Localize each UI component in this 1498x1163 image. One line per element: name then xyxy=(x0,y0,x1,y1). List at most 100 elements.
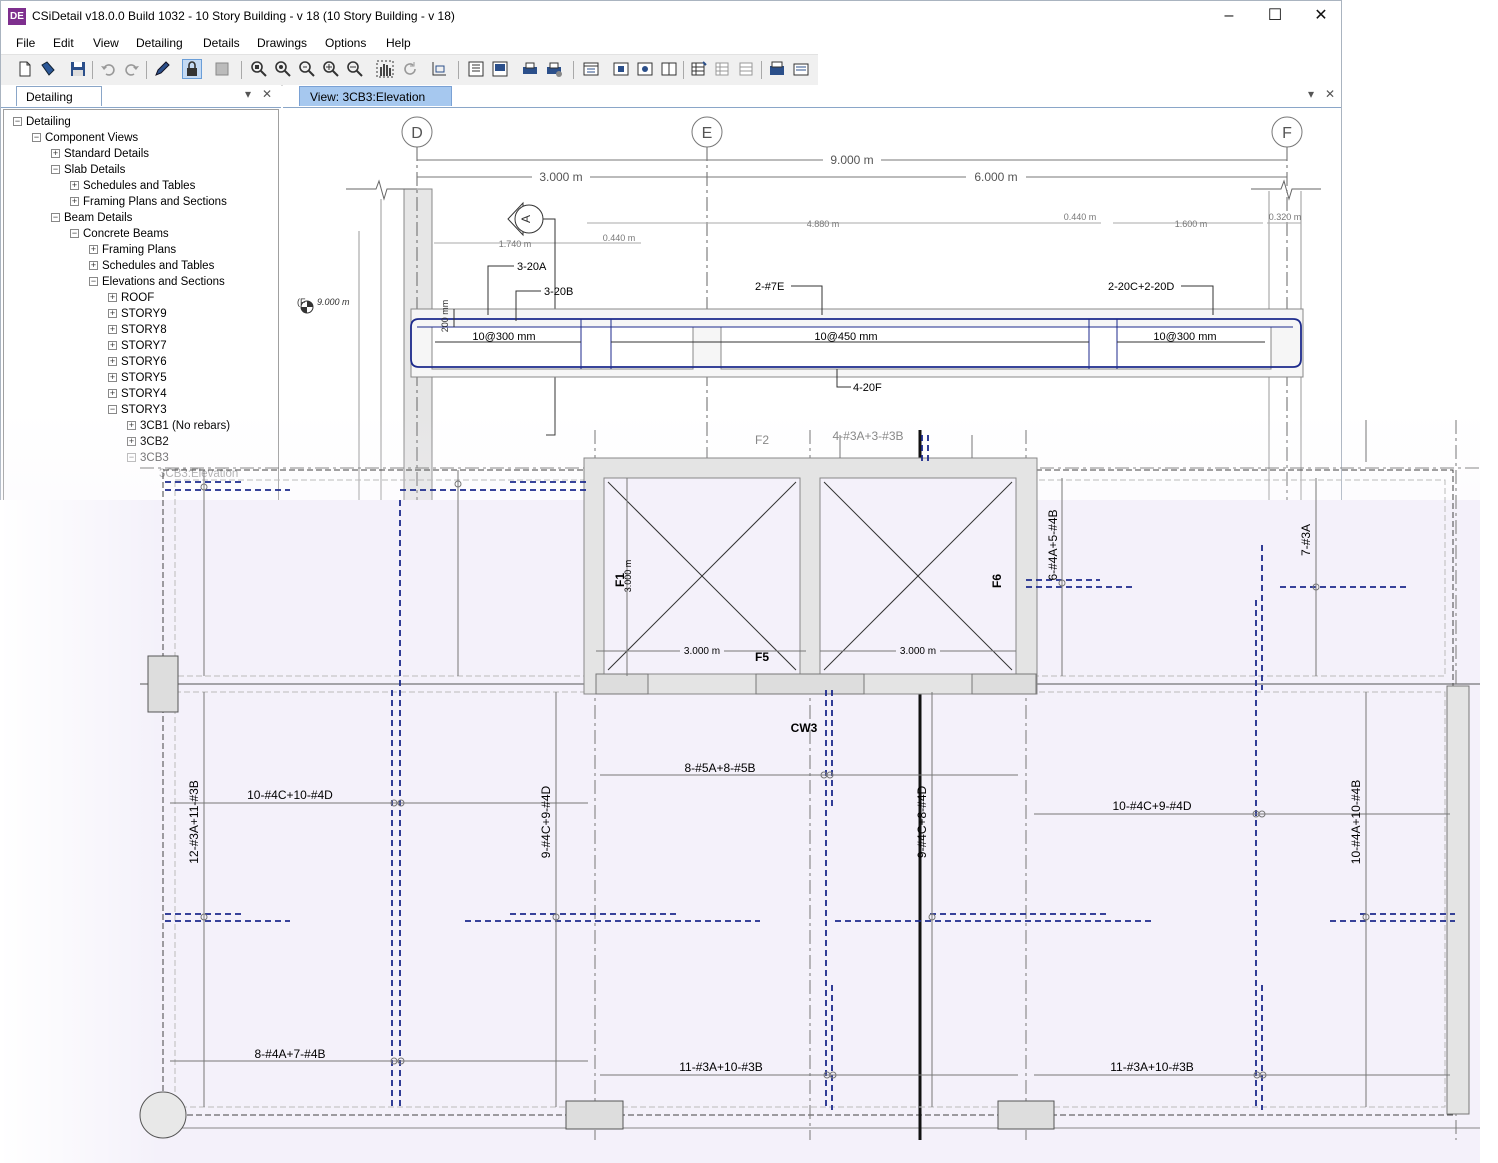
table-icon[interactable] xyxy=(689,59,709,79)
undo-icon[interactable] xyxy=(98,59,118,79)
print-preview-icon[interactable] xyxy=(520,59,540,79)
minimize-icon[interactable]: – xyxy=(1206,1,1252,32)
tree-item-label: Detailing xyxy=(26,116,71,128)
collapse-icon[interactable]: − xyxy=(70,229,79,238)
tree-item-label: 3CB3 xyxy=(140,452,169,464)
expand-icon[interactable]: + xyxy=(108,341,117,350)
collapse-icon[interactable]: − xyxy=(51,165,60,174)
display-icon[interactable] xyxy=(212,59,232,79)
table-icon-3[interactable] xyxy=(737,59,757,79)
tree-item-label: 3CB1 (No rebars) xyxy=(140,420,231,432)
panel-dropdown-icon[interactable]: ▾ xyxy=(245,87,251,101)
view-options-icon[interactable] xyxy=(581,59,601,79)
column-footing xyxy=(997,1100,1055,1130)
toolbar-separator xyxy=(683,61,684,79)
open-file-icon[interactable] xyxy=(38,59,58,79)
plan-fade-left xyxy=(0,500,160,1163)
zoom-window-icon[interactable] xyxy=(249,59,269,79)
rebar-label-10-4c-left: 10-#4C+10-#4D xyxy=(247,788,333,802)
elevation-drawing[interactable]: D E F 9.000 m 3.000 m 6.000 m 1.740 m 0.… xyxy=(283,107,1342,540)
collapse-icon[interactable]: − xyxy=(51,213,60,222)
expand-icon[interactable]: + xyxy=(51,149,60,158)
export-icon[interactable] xyxy=(767,59,787,79)
rebar-label-2-7E: 2-#7E xyxy=(755,281,784,293)
expand-icon[interactable]: + xyxy=(127,437,136,446)
expand-icon[interactable]: + xyxy=(108,357,117,366)
close-icon[interactable]: ✕ xyxy=(1298,1,1341,32)
grid-label-d: D xyxy=(411,125,423,142)
toolbar-separator xyxy=(146,61,147,79)
zoom-out-icon[interactable] xyxy=(345,59,365,79)
tab-elevation-view[interactable]: View: 3CB3:Elevation xyxy=(299,86,452,106)
print-setup-icon[interactable] xyxy=(544,59,564,79)
menu-options[interactable]: Options xyxy=(325,36,366,50)
menu-details[interactable]: Details xyxy=(203,36,240,50)
small-dim-6: 0.320 m xyxy=(1269,212,1302,222)
collapse-icon[interactable]: − xyxy=(108,405,117,414)
doc-dropdown-icon[interactable]: ▾ xyxy=(1308,87,1314,101)
dim-text-bg xyxy=(680,644,724,657)
tab-detailing[interactable]: Detailing xyxy=(16,86,102,106)
expand-icon[interactable]: + xyxy=(108,373,117,382)
expand-icon[interactable]: + xyxy=(108,293,117,302)
expand-icon[interactable]: + xyxy=(89,245,98,254)
new-sheet-icon[interactable] xyxy=(466,59,486,79)
detailing-tree: − Detailing − Component Views + Standard Deta… xyxy=(3,109,279,539)
small-dim-3: 4.880 m xyxy=(807,219,840,229)
zoom-in-icon[interactable] xyxy=(321,59,341,79)
expand-icon[interactable]: + xyxy=(70,181,79,190)
expand-icon[interactable]: + xyxy=(70,197,79,206)
menu-drawings[interactable]: Drawings xyxy=(257,36,307,50)
export-dxf-icon[interactable] xyxy=(791,59,811,79)
expand-icon[interactable]: + xyxy=(127,421,136,430)
menu-edit[interactable]: Edit xyxy=(53,36,74,50)
collapse-icon[interactable]: − xyxy=(89,277,98,286)
toolbar-separator xyxy=(573,61,574,79)
detail-icon[interactable] xyxy=(659,59,679,79)
expand-icon[interactable]: + xyxy=(108,389,117,398)
dim-text-bg xyxy=(896,644,940,657)
save-icon[interactable] xyxy=(68,59,88,79)
menu-help[interactable]: Help xyxy=(386,36,411,50)
collapse-icon[interactable]: − xyxy=(32,133,41,142)
redo-icon[interactable] xyxy=(122,59,142,79)
section-icon-2[interactable] xyxy=(635,59,655,79)
section-icon[interactable] xyxy=(611,59,631,79)
window-title: CSiDetail v18.0.0 Build 1032 - 10 Story … xyxy=(32,9,455,23)
panel-close-icon[interactable]: ✕ xyxy=(262,87,272,101)
footing-label-f6: F6 xyxy=(990,574,1004,588)
expand-icon[interactable]: + xyxy=(108,325,117,334)
refresh-icon[interactable] xyxy=(400,59,420,79)
toolbar-separator xyxy=(92,61,93,79)
collapse-icon[interactable]: − xyxy=(127,453,136,462)
rebar-label-12-3a: 12-#3A+11-#3B xyxy=(187,780,201,864)
tree-item-label: Elevations and Sections xyxy=(102,276,225,288)
expand-icon[interactable]: + xyxy=(108,309,117,318)
grid-bubble-icon xyxy=(139,1091,187,1139)
column-footing xyxy=(565,1100,624,1130)
zoom-previous-icon[interactable] xyxy=(297,59,317,79)
tree-item-label: Beam Details xyxy=(64,212,133,224)
zoom-extents-icon[interactable] xyxy=(273,59,293,79)
maximize-icon[interactable]: ☐ xyxy=(1252,1,1298,32)
set-limits-icon[interactable] xyxy=(429,59,449,79)
small-dim-5: 1.600 m xyxy=(1175,219,1208,229)
table-icon-2[interactable] xyxy=(713,59,733,79)
rebar-markers xyxy=(200,480,1370,1079)
doc-close-icon[interactable]: ✕ xyxy=(1325,87,1335,101)
sheet-icon[interactable] xyxy=(490,59,510,79)
menu-file[interactable]: File xyxy=(16,36,35,50)
menu-detailing[interactable]: Detailing xyxy=(136,36,183,50)
tree-item-label: STORY9 xyxy=(121,308,167,320)
edge-wall xyxy=(1446,685,1470,1115)
menu-view[interactable]: View xyxy=(93,36,119,50)
new-file-icon[interactable] xyxy=(15,59,35,79)
plan-background xyxy=(0,500,1498,1163)
tree-item-label: Standard Details xyxy=(64,148,150,160)
collapse-icon[interactable]: − xyxy=(13,117,22,126)
lock-icon[interactable] xyxy=(182,59,202,79)
pencil-icon[interactable] xyxy=(152,59,172,79)
rebar-label-10-4c-right: 10-#4C+9-#4D xyxy=(1112,799,1191,813)
pan-icon[interactable] xyxy=(375,59,395,79)
expand-icon[interactable]: + xyxy=(89,261,98,270)
